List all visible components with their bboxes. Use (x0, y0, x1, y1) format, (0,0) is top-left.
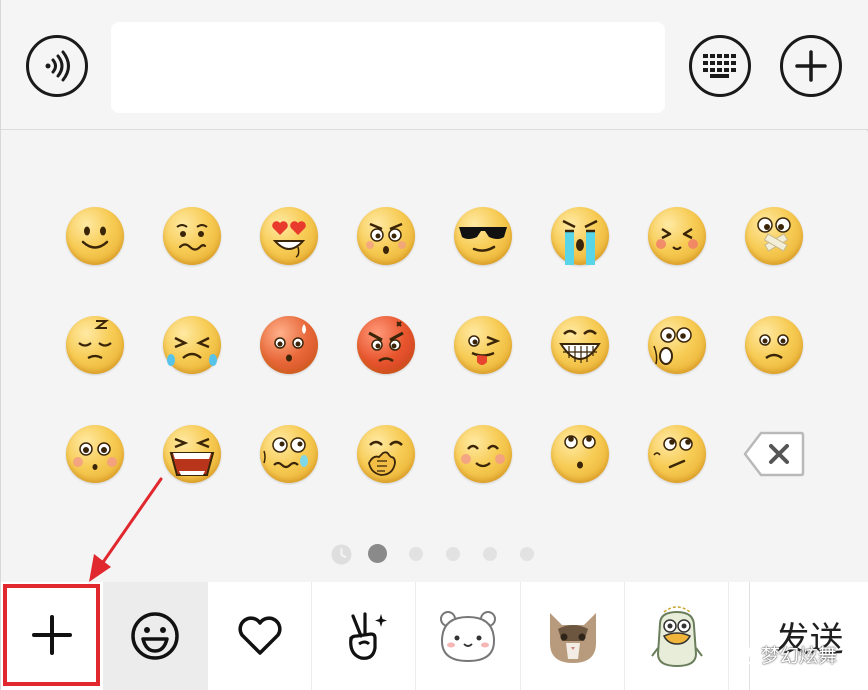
emoji-heart-eyes[interactable] (258, 205, 320, 267)
duck-sticker-icon (650, 606, 703, 668)
awkward-emoji-icon (163, 207, 221, 265)
sunglasses-emoji-icon (454, 207, 512, 265)
sad-emoji-icon (745, 316, 803, 374)
input-toolbar (1, 0, 868, 130)
chat-input-panel: 发送 梦幻炫舞 (0, 0, 868, 690)
sticker-pack-cat-tab[interactable] (521, 582, 625, 690)
emoji-cool[interactable] (452, 205, 514, 267)
arrow-annotation (89, 477, 163, 582)
emoji-happy-blush[interactable] (452, 423, 514, 485)
page-dot-active[interactable] (368, 544, 387, 563)
emoji-sad[interactable] (743, 314, 805, 376)
wail-emoji-icon (163, 425, 221, 483)
page-dot[interactable] (483, 547, 497, 561)
emoji-wail[interactable] (161, 423, 223, 485)
emoji-smile[interactable] (64, 205, 126, 267)
white-bear-sticker-icon (440, 611, 496, 663)
surprised-emoji-icon (648, 316, 706, 374)
delete-key[interactable] (743, 423, 805, 485)
emoji-embarrassed[interactable] (258, 314, 320, 376)
emoji-furious[interactable] (355, 314, 417, 376)
voice-wave-icon (45, 50, 70, 82)
emoji-awkward[interactable] (161, 205, 223, 267)
clock-icon[interactable] (331, 544, 352, 565)
happy-blush-emoji-icon (454, 425, 512, 483)
shy-emoji-icon (648, 207, 706, 265)
blush-stare-emoji-icon (66, 425, 124, 483)
add-sticker-tab[interactable] (3, 584, 100, 686)
more-actions-button[interactable] (780, 35, 842, 97)
embarrassed-emoji-icon (260, 316, 318, 374)
furious-emoji-icon (357, 316, 415, 374)
plus-icon (31, 615, 72, 655)
emoji-grin[interactable] (549, 314, 611, 376)
emoji-surprised[interactable] (646, 314, 708, 376)
sticker-pack-duck-tab[interactable] (625, 582, 729, 690)
sticker-tab-bar: 发送 (1, 582, 868, 690)
heart-eyes-emoji-icon (260, 207, 318, 265)
message-text-input[interactable] (111, 22, 665, 113)
watermark: 梦幻炫舞 (731, 640, 837, 668)
emoji-loud-cry[interactable] (161, 314, 223, 376)
smiley-face-icon (131, 612, 179, 660)
heart-icon (237, 616, 282, 655)
emoji-tongue-wink[interactable] (452, 314, 514, 376)
keyboard-icon (703, 54, 736, 78)
emoji-tab[interactable] (103, 582, 208, 690)
page-dot[interactable] (446, 547, 460, 561)
emoji-crying-tears[interactable] (549, 205, 611, 267)
sleepy-emoji-icon (66, 316, 124, 374)
voice-input-button[interactable] (26, 35, 88, 97)
emoji-hand-cover-laugh[interactable] (355, 423, 417, 485)
page-dot[interactable] (409, 547, 423, 561)
keyboard-toggle-button[interactable] (689, 35, 751, 97)
grin-emoji-icon (551, 316, 609, 374)
tongue-wink-emoji-icon (454, 316, 512, 374)
emoji-grid (1, 131, 868, 582)
gestures-tab[interactable] (312, 582, 416, 690)
emoji-sleepy[interactable] (64, 314, 126, 376)
sweat-nervous-emoji-icon (260, 425, 318, 483)
rolling-eyes-emoji-icon (551, 425, 609, 483)
loud-cry-emoji-icon (163, 316, 221, 374)
page-dot[interactable] (520, 547, 534, 561)
shush-tape-emoji-icon (745, 207, 803, 265)
backspace-icon (743, 431, 805, 477)
sticker-pack-bear-tab[interactable] (416, 582, 521, 690)
victory-hand-sparkle-icon (348, 612, 387, 660)
page-indicator (331, 544, 541, 565)
hand-cover-laugh-emoji-icon (357, 425, 415, 483)
crying-tears-emoji-icon (551, 207, 609, 265)
favorites-tab[interactable] (208, 582, 312, 690)
emoji-doubt[interactable] (646, 423, 708, 485)
wechat-logo-icon (731, 643, 757, 664)
emoji-shush-tape[interactable] (743, 205, 805, 267)
emoji-rolling-eyes[interactable] (549, 423, 611, 485)
watermark-text: 梦幻炫舞 (761, 644, 838, 667)
emoji-shy[interactable] (646, 205, 708, 267)
tab-bar-fade (729, 582, 749, 690)
emoji-sweat-nervous[interactable] (258, 423, 320, 485)
send-button[interactable]: 发送 (749, 582, 868, 690)
emoji-angry-frown[interactable] (355, 205, 417, 267)
cat-photo-sticker-icon (549, 613, 596, 663)
plus-circle-icon (795, 50, 827, 82)
doubt-emoji-icon (648, 425, 706, 483)
smile-emoji-icon (66, 207, 124, 265)
angry-frown-emoji-icon (357, 207, 415, 265)
